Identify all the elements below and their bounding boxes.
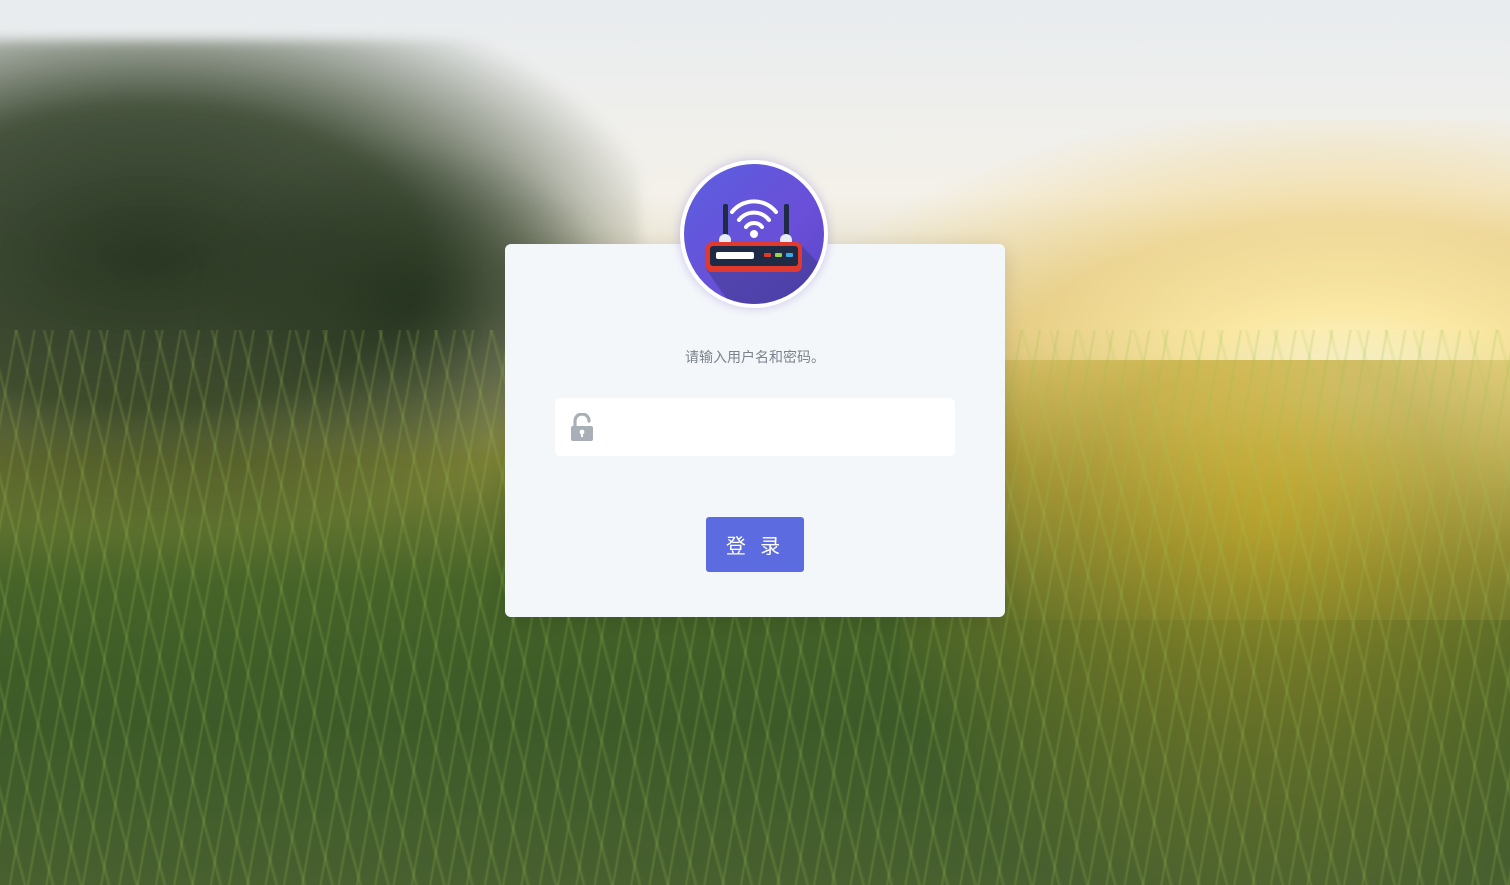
password-input[interactable]: [607, 398, 947, 458]
router-logo: [680, 160, 828, 308]
login-prompt: 请输入用户名和密码。: [685, 350, 825, 366]
login-button[interactable]: 登 录: [706, 517, 804, 572]
wifi-router-icon: [706, 199, 824, 304]
unlock-icon: [569, 412, 595, 441]
password-field[interactable]: [555, 398, 955, 458]
